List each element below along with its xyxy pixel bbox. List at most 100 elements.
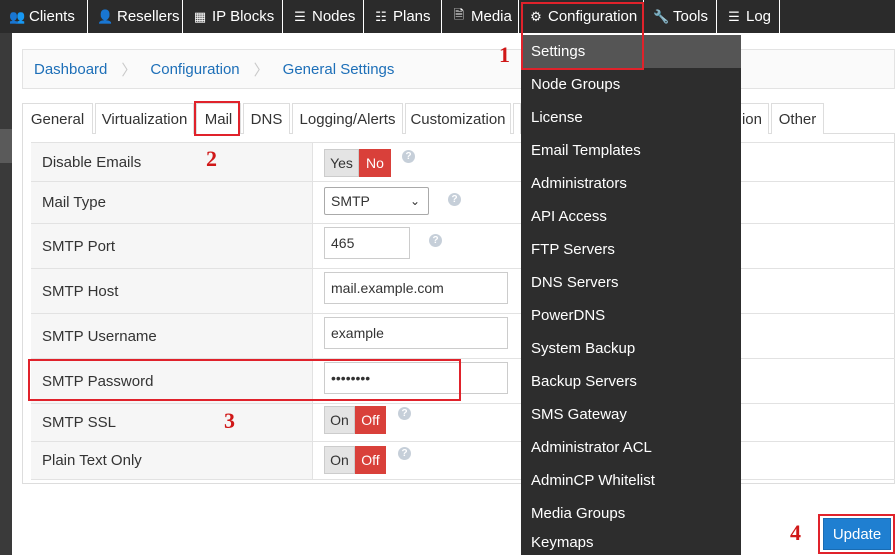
tab-logging-alerts[interactable]: Logging/Alerts [292, 103, 403, 134]
plain-text-toggle[interactable]: On Off [324, 446, 386, 474]
annotation-box-password [28, 359, 461, 401]
plain-text-label: Plain Text Only [31, 442, 313, 479]
nav-label: IP Blocks [212, 8, 275, 25]
users-icon: 👥 [9, 8, 26, 24]
smtp-port-input[interactable]: 465 [324, 227, 410, 259]
tab-other[interactable]: Other [771, 103, 824, 134]
menu-node-groups[interactable]: Node Groups [521, 68, 741, 101]
annotation-box-update [818, 514, 895, 554]
nav-label: Tools [673, 8, 709, 25]
mail-type-value: SMTP [331, 193, 370, 209]
help-icon[interactable]: ? [448, 193, 461, 206]
top-nav: 👥 Clients 👤 Resellers ▦ IP Blocks ☰ Nodes ☷ P… [0, 0, 895, 33]
tab-virtualization[interactable]: Virtualization [95, 103, 194, 134]
help-icon[interactable]: ? [398, 407, 411, 420]
annotation-box-configuration [521, 2, 644, 70]
row-smtp-port: SMTP Port 465 ? [31, 224, 895, 269]
nav-clients[interactable]: 👥 Clients [0, 0, 87, 33]
breadcrumb-separator: 〉 [121, 61, 137, 79]
row-smtp-host: SMTP Host mail.example.com [31, 269, 895, 314]
breadcrumb-general-settings[interactable]: General Settings [283, 61, 395, 78]
nav-label: Log [746, 8, 772, 25]
nav-ip-blocks[interactable]: ▦ IP Blocks [183, 0, 282, 33]
nav-media[interactable]: 🗎 Media [442, 0, 518, 33]
nav-label: Resellers [117, 8, 180, 25]
toggle-yes[interactable]: Yes [324, 149, 359, 177]
tab-dns[interactable]: DNS [243, 103, 290, 134]
left-strip [0, 33, 12, 555]
menu-administrator-acl[interactable]: Administrator ACL [521, 431, 741, 464]
help-icon[interactable]: ? [398, 447, 411, 460]
menu-system-backup[interactable]: System Backup [521, 332, 741, 365]
row-smtp-username: SMTP Username example [31, 314, 895, 359]
file-icon: 🗎 [453, 6, 465, 22]
left-strip-accent [0, 129, 12, 163]
configuration-dropdown: Settings Node Groups License Email Templ… [521, 35, 741, 555]
toggle-on[interactable]: On [324, 406, 355, 434]
nav-tools[interactable]: 🔧 Tools [644, 0, 716, 33]
breadcrumb-dashboard[interactable]: Dashboard [34, 61, 107, 78]
nav-plans[interactable]: ☷ Plans [364, 0, 441, 33]
grid-icon: ▦ [193, 8, 207, 24]
menu-email-templates[interactable]: Email Templates [521, 134, 741, 167]
breadcrumb: Dashboard 〉 Configuration 〉 General Sett… [22, 49, 895, 89]
annotation-number-1: 1 [499, 42, 510, 67]
row-smtp-ssl: SMTP SSL On Off ? [31, 404, 895, 442]
menu-admincp-whitelist[interactable]: AdminCP Whitelist [521, 464, 741, 497]
smtp-username-label: SMTP Username [31, 314, 313, 358]
mail-type-select[interactable]: SMTP ⌄ [324, 187, 429, 215]
breadcrumb-configuration[interactable]: Configuration [150, 61, 239, 78]
menu-sms-gateway[interactable]: SMS Gateway [521, 398, 741, 431]
menu-dns-servers[interactable]: DNS Servers [521, 266, 741, 299]
tab-hidden[interactable] [513, 103, 521, 134]
list-icon: ☰ [728, 8, 740, 24]
nav-resellers[interactable]: 👤 Resellers [88, 0, 182, 33]
nav-label: Clients [29, 8, 75, 25]
breadcrumb-separator: 〉 [253, 61, 269, 79]
row-mail-type: Mail Type SMTP ⌄ ? [31, 182, 895, 224]
annotation-number-4: 4 [790, 520, 801, 545]
smtp-username-input[interactable]: example [324, 317, 508, 349]
annotation-box-mail-tab [194, 101, 240, 136]
menu-media-groups[interactable]: Media Groups [521, 497, 741, 530]
row-plain-text: Plain Text Only On Off ? [31, 442, 895, 480]
menu-ftp-servers[interactable]: FTP Servers [521, 233, 741, 266]
disable-emails-label: Disable Emails [31, 143, 313, 181]
list-icon: ☷ [375, 8, 387, 24]
smtp-host-input[interactable]: mail.example.com [324, 272, 508, 304]
toggle-on[interactable]: On [324, 446, 355, 474]
chevron-down-icon: ⌄ [409, 194, 420, 208]
nav-label: Nodes [312, 8, 356, 25]
nav-label: Plans [393, 8, 431, 25]
toggle-off[interactable]: Off [355, 446, 386, 474]
menu-powerdns[interactable]: PowerDNS [521, 299, 741, 332]
menu-license[interactable]: License [521, 101, 741, 134]
smtp-ssl-label: SMTP SSL [31, 404, 313, 441]
tab-general[interactable]: General [22, 103, 93, 134]
nav-log[interactable]: ☰ Log [717, 0, 779, 33]
help-icon[interactable]: ? [402, 150, 415, 163]
annotation-number-2: 2 [206, 146, 217, 171]
menu-api-access[interactable]: API Access [521, 200, 741, 233]
mail-settings-panel: Disable Emails Yes No ? Mail Type SMTP ⌄… [22, 134, 895, 484]
nav-label: Media [471, 8, 512, 25]
menu-keymaps[interactable]: Keymaps [521, 530, 741, 555]
help-icon[interactable]: ? [429, 234, 442, 247]
smtp-ssl-toggle[interactable]: On Off [324, 406, 386, 434]
annotation-number-3: 3 [224, 408, 235, 433]
nav-nodes[interactable]: ☰ Nodes [283, 0, 363, 33]
wrench-icon: 🔧 [653, 8, 670, 24]
row-disable-emails: Disable Emails Yes No ? [31, 142, 895, 182]
smtp-host-label: SMTP Host [31, 269, 313, 313]
menu-administrators[interactable]: Administrators [521, 167, 741, 200]
tab-customization[interactable]: Customization [405, 103, 511, 134]
nav-filler [780, 0, 895, 33]
mail-type-label: Mail Type [31, 182, 313, 223]
toggle-no[interactable]: No [359, 149, 391, 177]
disable-emails-toggle[interactable]: Yes No [324, 149, 391, 177]
menu-backup-servers[interactable]: Backup Servers [521, 365, 741, 398]
toggle-off[interactable]: Off [355, 406, 386, 434]
smtp-port-label: SMTP Port [31, 224, 313, 268]
server-icon: ☰ [294, 8, 306, 24]
user-icon: 👤 [97, 8, 114, 24]
